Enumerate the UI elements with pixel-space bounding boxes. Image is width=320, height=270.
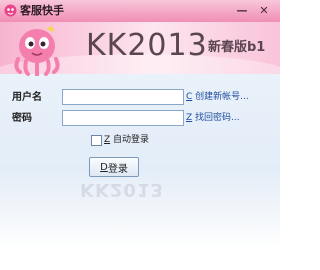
- create-account-text: 创建新帐号...: [195, 92, 249, 102]
- login-window: 客服快手 — ✕ KK2013 新春版b1 用户名 C 创建新帐号... 密码 …: [0, 0, 280, 270]
- recover-password-text: 找回密码...: [195, 113, 240, 123]
- login-button[interactable]: D 登录: [89, 157, 139, 177]
- auto-login-accelerator: Z: [104, 135, 111, 145]
- login-button-text: 登录: [107, 163, 128, 175]
- title-bar[interactable]: 客服快手 — ✕: [0, 0, 280, 23]
- edition-label: 新春版b1: [208, 40, 266, 55]
- auto-login-label[interactable]: Z 自动登录: [104, 134, 149, 146]
- octopus-mascot-icon: [14, 26, 60, 76]
- close-icon[interactable]: ✕: [254, 2, 274, 18]
- username-label: 用户名: [12, 92, 42, 103]
- brand-title: KK2013: [86, 28, 208, 63]
- auto-login-checkbox[interactable]: [91, 135, 102, 146]
- recover-password-accelerator: Z: [186, 113, 193, 123]
- recover-password-link[interactable]: Z 找回密码...: [186, 112, 240, 124]
- password-input[interactable]: [62, 110, 184, 126]
- app-icon: [4, 4, 17, 17]
- password-label: 密码: [12, 113, 32, 124]
- create-account-link[interactable]: C 创建新帐号...: [186, 91, 249, 103]
- window-title: 客服快手: [20, 4, 64, 17]
- minimize-icon[interactable]: —: [232, 2, 252, 18]
- username-input[interactable]: [62, 89, 184, 105]
- brand-reflection: KK2013: [80, 179, 164, 200]
- create-account-accelerator: C: [186, 92, 193, 102]
- login-accelerator: D: [100, 161, 108, 173]
- auto-login-text: 自动登录: [113, 135, 150, 145]
